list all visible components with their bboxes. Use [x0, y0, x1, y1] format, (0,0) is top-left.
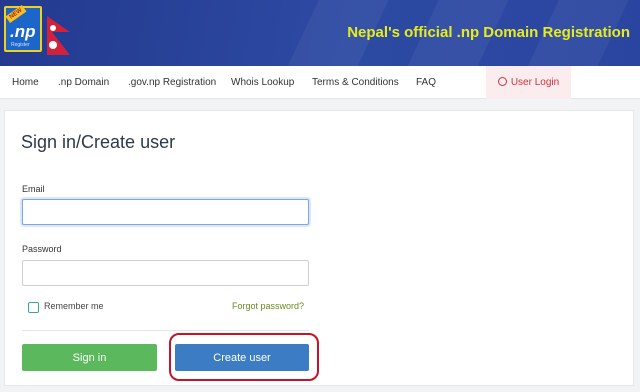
password-field[interactable]: [22, 260, 309, 286]
highlight-annotation: [169, 333, 319, 381]
new-badge: NEW: [5, 4, 27, 24]
nav-terms-conditions[interactable]: Terms & Conditions: [312, 66, 399, 99]
nav-np-domain[interactable]: .np Domain: [58, 66, 109, 99]
nav-whois-lookup[interactable]: Whois Lookup: [231, 66, 294, 99]
sign-in-button[interactable]: Sign in: [22, 344, 157, 371]
site-title: Nepal's official .np Domain Registration: [347, 24, 630, 41]
user-login-label: User Login: [510, 77, 560, 88]
logo-text: .np: [10, 22, 36, 41]
email-field[interactable]: [22, 199, 309, 225]
nav-gov-np-registration[interactable]: .gov.np Registration: [128, 66, 216, 99]
main-nav: Home .np Domain .gov.np Registration Who…: [0, 66, 640, 99]
forgot-password-link[interactable]: Forgot password?: [232, 301, 304, 311]
user-login-button[interactable]: User Login: [486, 66, 571, 99]
signin-card: Sign in/Create user Email Password Remem…: [4, 110, 634, 386]
logo-subtext: Register: [11, 42, 30, 48]
email-label: Email: [22, 184, 45, 194]
password-label: Password: [22, 244, 62, 254]
remember-me-label: Remember me: [44, 301, 104, 311]
divider: [22, 330, 309, 331]
site-header: NEW .np Register Nepal's official .np Do…: [0, 0, 640, 66]
nav-faq[interactable]: FAQ: [416, 66, 436, 99]
np-logo[interactable]: NEW .np Register: [4, 4, 42, 52]
nav-home[interactable]: Home: [12, 66, 39, 99]
nepal-flag-icon: [45, 13, 75, 57]
remember-me-checkbox[interactable]: [28, 302, 39, 313]
page-title: Sign in/Create user: [21, 132, 176, 152]
user-icon: [497, 77, 507, 86]
